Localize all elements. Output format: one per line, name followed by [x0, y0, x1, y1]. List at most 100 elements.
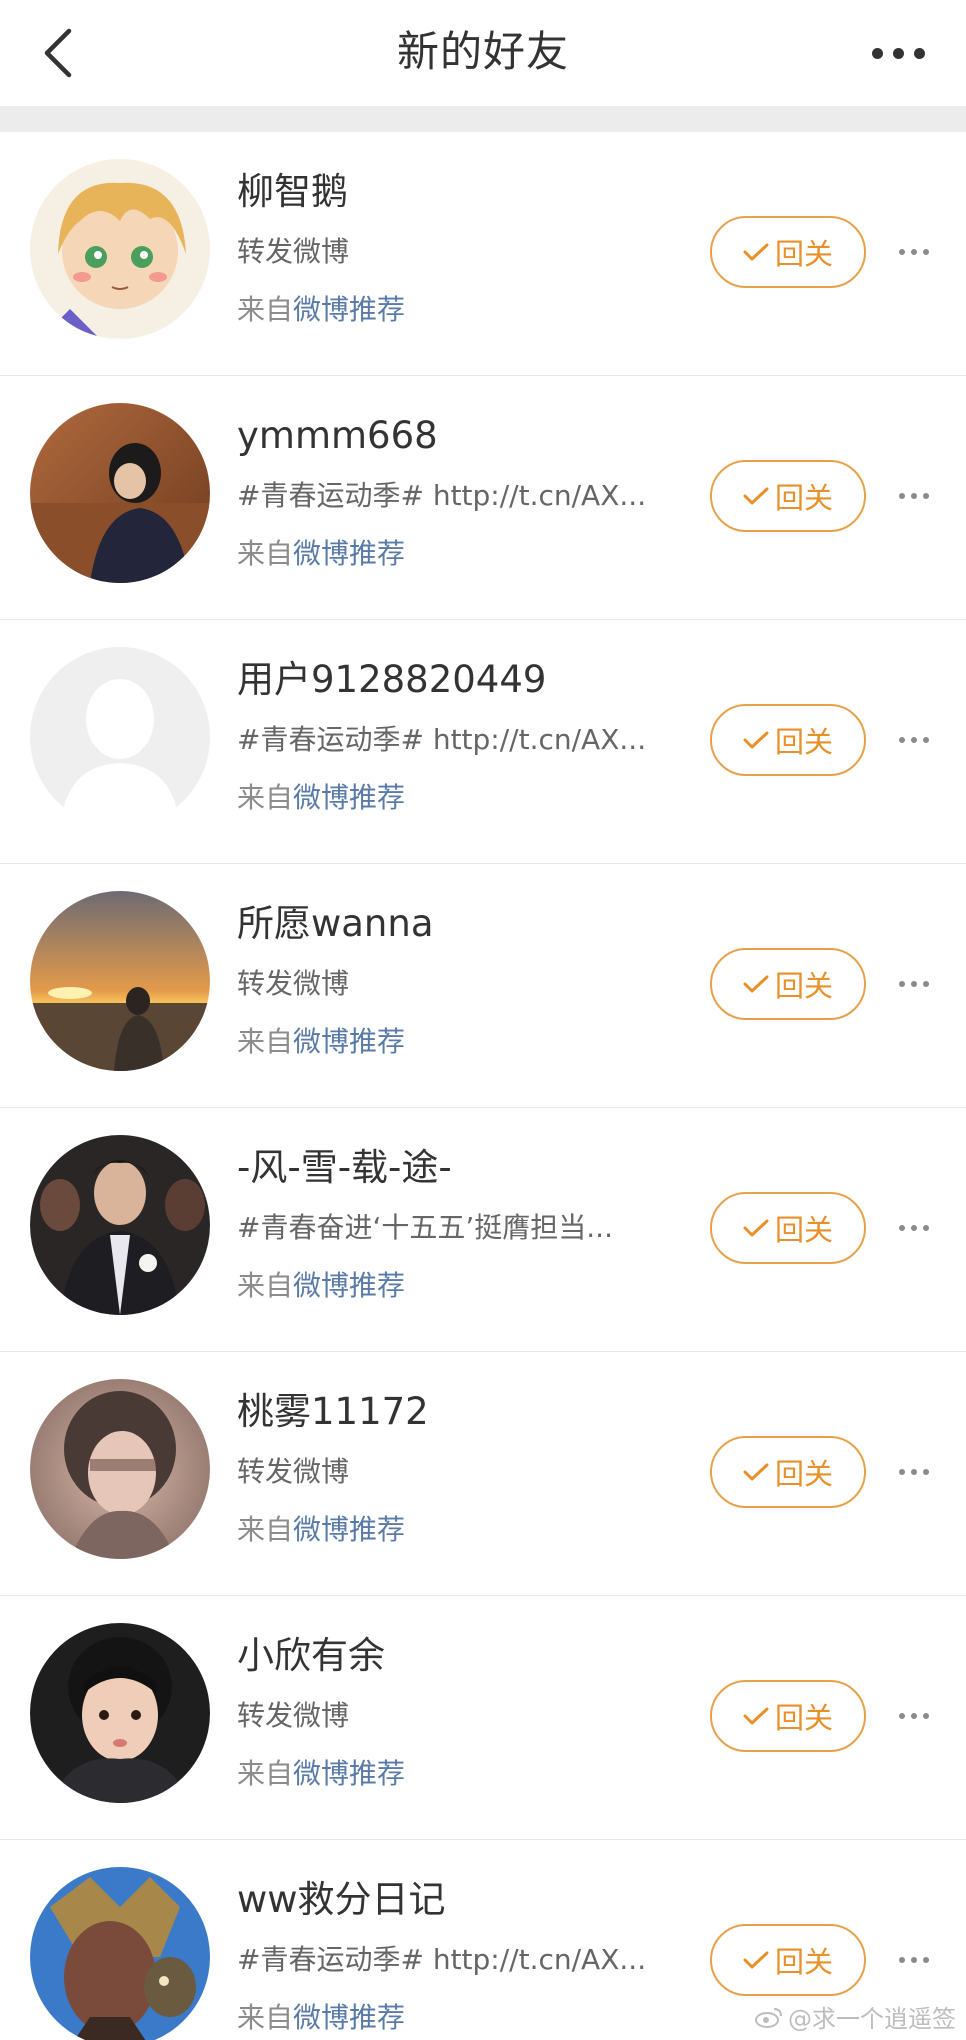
- follow-back-button[interactable]: 回关: [710, 1680, 866, 1752]
- watermark: @求一个逍遥签: [754, 1999, 956, 2034]
- list-item[interactable]: 柳智鹅 转发微博 来自微博推荐 回关: [0, 132, 966, 376]
- anime-girl-avatar[interactable]: [30, 159, 210, 339]
- section-divider: [0, 106, 966, 132]
- source-link[interactable]: 微博推荐: [293, 1513, 405, 1546]
- follow-back-button[interactable]: 回关: [710, 1924, 866, 1996]
- dot: [911, 493, 917, 499]
- source-text: 来自微博推荐: [237, 1510, 405, 1550]
- row-more-icon[interactable]: [884, 1696, 944, 1736]
- girl-photo-avatar[interactable]: [30, 403, 210, 583]
- source-text: 来自微博推荐: [237, 1266, 405, 1306]
- game-character-avatar[interactable]: [30, 1867, 210, 2040]
- checkmark-icon: [743, 975, 769, 993]
- source-link[interactable]: 微博推荐: [293, 781, 405, 814]
- source-text: 来自微博推荐: [237, 534, 405, 574]
- follow-back-label: 回关: [774, 237, 833, 271]
- source-prefix: 来自: [237, 537, 294, 570]
- header-bar: 新的好友: [0, 0, 966, 106]
- sunset-avatar[interactable]: [30, 891, 210, 1071]
- child-avatar[interactable]: [30, 1623, 210, 1803]
- row-more-icon[interactable]: [884, 720, 944, 760]
- user-description: #青春运动季# http://t.cn/AX...: [237, 1943, 647, 1976]
- more-dot: [892, 47, 904, 59]
- user-name: ww救分日记: [237, 1878, 446, 1921]
- more-options-button[interactable]: [850, 18, 946, 88]
- more-dot: [913, 47, 925, 59]
- user-description: #青春运动季# http://t.cn/AX...: [237, 479, 647, 512]
- dot: [911, 981, 917, 987]
- source-prefix: 来自: [237, 1757, 294, 1790]
- user-description: 转发微博: [237, 235, 350, 268]
- follow-back-label: 回关: [774, 1457, 833, 1491]
- list-item[interactable]: -风-雪-载-途- #青春奋进‘十五五’挺膺担当... 来自微博推荐 回关: [0, 1108, 966, 1352]
- follow-back-label: 回关: [774, 1701, 833, 1735]
- dot: [899, 1225, 905, 1231]
- source-text: 来自微博推荐: [237, 1998, 405, 2038]
- follow-back-button[interactable]: 回关: [710, 704, 866, 776]
- row-more-icon[interactable]: [884, 476, 944, 516]
- blurred-girl-avatar[interactable]: [30, 1379, 210, 1559]
- dot: [899, 1957, 905, 1963]
- dot: [923, 1225, 929, 1231]
- source-link[interactable]: 微博推荐: [293, 1269, 405, 1302]
- user-name: 所愿wanna: [237, 902, 434, 945]
- dot: [899, 493, 905, 499]
- source-prefix: 来自: [237, 2001, 294, 2034]
- source-prefix: 来自: [237, 1269, 294, 1302]
- dot: [923, 981, 929, 987]
- source-link[interactable]: 微博推荐: [293, 1025, 405, 1058]
- row-more-icon[interactable]: [884, 1208, 944, 1248]
- row-more-icon[interactable]: [884, 1940, 944, 1980]
- watermark-text: @求一个逍遥签: [788, 2005, 956, 2033]
- dot: [899, 737, 905, 743]
- source-link[interactable]: 微博推荐: [293, 293, 405, 326]
- follow-back-button[interactable]: 回关: [710, 1436, 866, 1508]
- checkmark-icon: [743, 487, 769, 505]
- source-text: 来自微博推荐: [237, 1754, 405, 1794]
- source-text: 来自微博推荐: [237, 1022, 405, 1062]
- user-description: 转发微博: [237, 1455, 350, 1488]
- app-root: 新的好友 柳智鹅 转发微博 来自微博推荐 回关 ymmm668 #青春运动季# …: [0, 0, 966, 2040]
- list-item[interactable]: 用户9128820449 #青春运动季# http://t.cn/AX... 来…: [0, 620, 966, 864]
- source-link[interactable]: 微博推荐: [293, 537, 405, 570]
- follow-back-button[interactable]: 回关: [710, 948, 866, 1020]
- user-name: ymmm668: [237, 414, 438, 457]
- user-name: 小欣有余: [237, 1634, 385, 1677]
- row-more-icon[interactable]: [884, 964, 944, 1004]
- dot: [911, 1713, 917, 1719]
- list-item[interactable]: 所愿wanna 转发微博 来自微博推荐 回关: [0, 864, 966, 1108]
- user-description: #青春奋进‘十五五’挺膺担当...: [237, 1211, 613, 1244]
- follow-back-button[interactable]: 回关: [710, 460, 866, 532]
- list-item[interactable]: ymmm668 #青春运动季# http://t.cn/AX... 来自微博推荐…: [0, 376, 966, 620]
- checkmark-icon: [743, 1707, 769, 1725]
- checkmark-icon: [743, 1463, 769, 1481]
- man-in-suit-avatar[interactable]: [30, 1135, 210, 1315]
- checkmark-icon: [743, 1219, 769, 1237]
- more-horizontal-icon: [871, 47, 883, 59]
- row-more-icon[interactable]: [884, 232, 944, 272]
- user-name: -风-雪-载-途-: [237, 1146, 452, 1189]
- source-link[interactable]: 微博推荐: [293, 1757, 405, 1790]
- follow-back-label: 回关: [774, 1213, 833, 1247]
- user-name: 柳智鹅: [237, 170, 348, 213]
- list-item[interactable]: 桃雾11172 转发微博 来自微博推荐 回关: [0, 1352, 966, 1596]
- source-prefix: 来自: [237, 1513, 294, 1546]
- source-text: 来自微博推荐: [237, 290, 405, 330]
- weibo-logo-icon: [755, 2007, 782, 2028]
- default-user-avatar[interactable]: [30, 647, 210, 827]
- follow-back-label: 回关: [774, 725, 833, 759]
- follow-back-button[interactable]: 回关: [710, 1192, 866, 1264]
- source-prefix: 来自: [237, 1025, 294, 1058]
- follow-back-button[interactable]: 回关: [710, 216, 866, 288]
- follow-back-label: 回关: [774, 1945, 833, 1979]
- dot: [923, 493, 929, 499]
- user-description: #青春运动季# http://t.cn/AX...: [237, 723, 647, 756]
- row-more-icon[interactable]: [884, 1452, 944, 1492]
- dot: [923, 737, 929, 743]
- dot: [899, 1713, 905, 1719]
- checkmark-icon: [743, 243, 769, 261]
- source-text: 来自微博推荐: [237, 778, 405, 818]
- list-item[interactable]: 小欣有余 转发微博 来自微博推荐 回关: [0, 1596, 966, 1840]
- source-link[interactable]: 微博推荐: [293, 2001, 405, 2034]
- dot: [899, 1469, 905, 1475]
